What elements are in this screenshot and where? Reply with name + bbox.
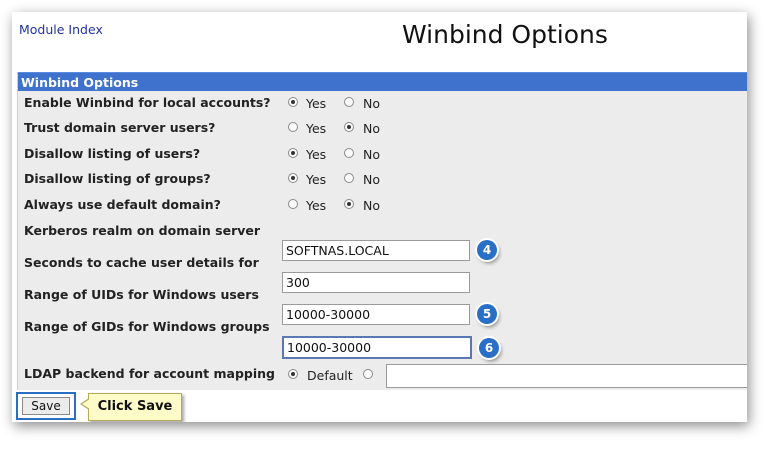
winbind-options-panel: Winbind Options Enable Winbind for local… xyxy=(17,72,747,390)
field-label: Kerberos realm on domain server xyxy=(24,223,261,238)
radio-trust-domain-no[interactable] xyxy=(344,122,354,132)
radio-enable-winbind-no[interactable] xyxy=(344,97,354,107)
save-button-highlight: Save xyxy=(16,392,76,420)
step-badge-5: 5 xyxy=(477,304,497,324)
kerberos-realm-input[interactable] xyxy=(282,240,470,261)
radio-disallow-users-yes[interactable] xyxy=(288,148,298,158)
radio-trust-domain-yes[interactable] xyxy=(288,122,298,132)
click-save-callout: Click Save xyxy=(80,393,182,421)
field-label: Seconds to cache user details for xyxy=(24,255,259,270)
radio-default-domain-yes[interactable] xyxy=(288,199,298,209)
module-index-link[interactable]: Module Index xyxy=(19,22,103,37)
radio-label-yes: Yes xyxy=(306,96,327,111)
field-label: Disallow listing of users? xyxy=(24,146,201,161)
radio-label-default: Default xyxy=(307,368,353,383)
field-label: Disallow listing of groups? xyxy=(24,171,211,186)
radio-label-yes: Yes xyxy=(306,198,327,213)
radio-label-no: No xyxy=(363,147,380,162)
radio-label-yes: Yes xyxy=(306,172,327,187)
panel-header: Winbind Options xyxy=(18,72,747,91)
gid-range-input[interactable] xyxy=(282,336,472,359)
uid-range-input[interactable] xyxy=(282,304,470,325)
field-label: Enable Winbind for local accounts? xyxy=(24,95,271,110)
radio-disallow-users-no[interactable] xyxy=(344,148,354,158)
step-badge-6: 6 xyxy=(479,338,499,358)
radio-ldap-custom[interactable] xyxy=(363,369,373,379)
field-label: LDAP backend for account mapping xyxy=(24,366,275,381)
radio-label-no: No xyxy=(363,172,380,187)
field-label: Range of GIDs for Windows groups xyxy=(24,319,270,334)
radio-label-yes: Yes xyxy=(306,121,327,136)
field-label: Trust domain server users? xyxy=(24,120,216,135)
ldap-backend-input[interactable] xyxy=(386,364,747,388)
field-label: Range of UIDs for Windows users xyxy=(24,287,259,302)
radio-label-no: No xyxy=(363,198,380,213)
radio-disallow-groups-no[interactable] xyxy=(344,173,354,183)
cache-seconds-input[interactable] xyxy=(282,272,470,293)
radio-label-no: No xyxy=(363,96,380,111)
field-label: Always use default domain? xyxy=(24,197,221,212)
radio-default-domain-no[interactable] xyxy=(344,199,354,209)
radio-label-no: No xyxy=(363,121,380,136)
step-badge-4: 4 xyxy=(477,240,497,260)
webmin-window: Module Index Winbind Options Winbind Opt… xyxy=(12,12,747,422)
radio-enable-winbind-yes[interactable] xyxy=(288,97,298,107)
radio-label-yes: Yes xyxy=(306,147,327,162)
page-title: Winbind Options xyxy=(402,20,608,49)
save-button[interactable]: Save xyxy=(22,397,70,415)
radio-ldap-default[interactable] xyxy=(288,369,298,379)
radio-disallow-groups-yes[interactable] xyxy=(288,173,298,183)
